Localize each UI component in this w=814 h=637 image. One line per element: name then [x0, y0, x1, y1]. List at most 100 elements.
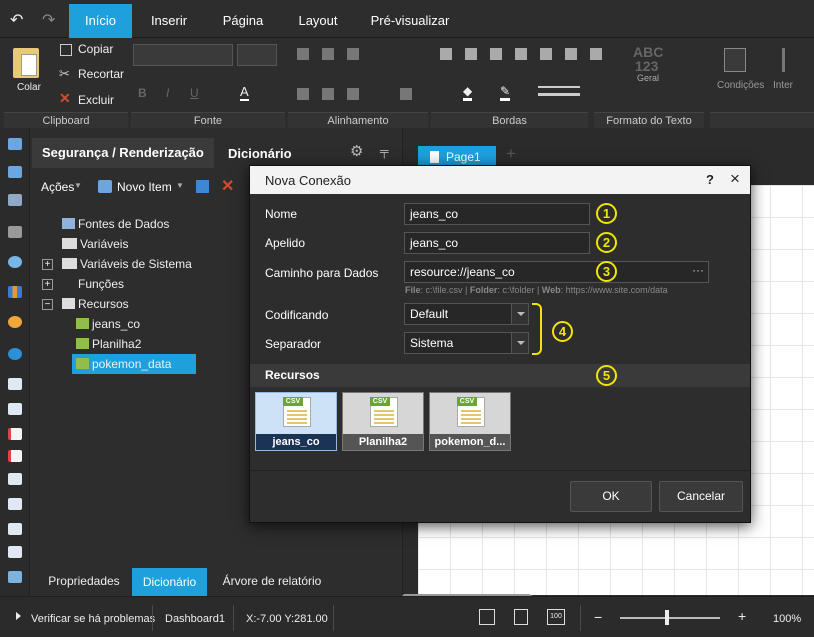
tree-funcoes[interactable]: Funções [62, 277, 124, 291]
tree-fontes-de-dados[interactable]: Fontes de Dados [62, 217, 169, 231]
map-icon[interactable] [8, 348, 22, 360]
font-color-icon[interactable]: A [240, 84, 249, 101]
cross-band-icon[interactable] [8, 166, 22, 178]
tree-resource-pokemon-data[interactable]: pokemon_data [72, 354, 196, 374]
zoom-slider-handle[interactable] [665, 610, 669, 625]
expand-system-variables-icon[interactable]: + [42, 259, 53, 270]
italic-icon[interactable]: I [166, 86, 169, 100]
tab-inicio[interactable]: Início [69, 4, 132, 38]
tree-variaveis[interactable]: Variáveis [62, 237, 128, 251]
image-icon[interactable] [8, 571, 22, 583]
collapse-resources-icon[interactable]: − [42, 299, 53, 310]
zoom-100-icon[interactable]: 100 [547, 609, 565, 625]
tree-resource-jeans-co[interactable]: jeans_co [76, 317, 140, 331]
border-icon-3[interactable] [490, 48, 502, 60]
bottom-tab-arvore-de-relatorio[interactable]: Árvore de relatório [216, 574, 328, 588]
tab-seguranca-renderizacao[interactable]: Segurança / Renderização [32, 138, 214, 168]
zoom-in-icon[interactable]: + [738, 608, 746, 624]
border-icon-1[interactable] [440, 48, 452, 60]
align-icon-6[interactable] [347, 88, 359, 100]
delete-button[interactable]: Excluir [78, 93, 114, 107]
separator-select[interactable]: Sistema [404, 332, 529, 354]
tab-pagina[interactable]: Página [213, 4, 273, 38]
pin-icon[interactable]: ╤ [380, 144, 389, 158]
conditions-button[interactable]: Condições [717, 80, 764, 91]
tab-inserir[interactable]: Inserir [140, 4, 198, 38]
tree-resource-planilha2[interactable]: Planilha2 [76, 337, 141, 351]
data-path-input[interactable]: resource://jeans_co ··· [404, 261, 709, 283]
border-icon-5[interactable] [540, 48, 552, 60]
tab-layout[interactable]: Layout [288, 4, 348, 38]
paste-button-label[interactable]: Colar [17, 82, 41, 93]
zoom-out-icon[interactable]: − [594, 609, 602, 625]
page-icon-6[interactable] [8, 498, 22, 510]
page-icon-1[interactable] [8, 378, 22, 390]
encoding-select[interactable]: Default [404, 303, 529, 325]
undo-icon[interactable]: ↶ [10, 10, 23, 30]
tree-variaveis-de-sistema[interactable]: Variáveis de Sistema [62, 257, 192, 271]
close-icon[interactable]: × [730, 169, 740, 189]
settings-gear-icon[interactable]: ⚙ [350, 142, 363, 160]
border-icon-7[interactable] [590, 48, 602, 60]
name-input[interactable]: jeans_co [404, 203, 590, 225]
font-size-select[interactable] [237, 44, 277, 66]
components-icon[interactable] [8, 194, 22, 206]
chart-icon[interactable] [8, 286, 22, 298]
align-icon-1[interactable] [297, 48, 309, 60]
delete-x-icon[interactable]: ✕ [221, 176, 234, 196]
text-icon[interactable] [8, 226, 22, 238]
chevron-down-icon[interactable] [511, 304, 528, 324]
alias-input[interactable]: jeans_co [404, 232, 590, 254]
bold-icon[interactable]: B [138, 86, 147, 100]
align-icon-2[interactable] [322, 48, 334, 60]
paste-icon[interactable] [13, 48, 39, 78]
border-icon-4[interactable] [515, 48, 527, 60]
bottom-tab-dicionario[interactable]: Dicionário [132, 568, 207, 596]
page-width-icon[interactable] [479, 609, 495, 625]
help-icon[interactable]: ? [706, 172, 714, 187]
chevron-down-icon[interactable] [511, 333, 528, 353]
tab-pre-visualizar[interactable]: Pré-visualizar [362, 4, 458, 38]
underline-icon[interactable]: U [190, 86, 199, 100]
expand-functions-icon[interactable]: + [42, 279, 53, 290]
cut-button[interactable]: Recortar [78, 67, 124, 81]
border-style-icon[interactable] [538, 86, 580, 96]
page-icon-4[interactable] [8, 450, 22, 462]
ok-button[interactable]: OK [570, 481, 652, 512]
format-general-button[interactable]: Geral [637, 73, 659, 83]
align-icon-4[interactable] [297, 88, 309, 100]
redo-icon[interactable]: ↷ [42, 10, 55, 30]
resource-tile-pokemon-data[interactable]: CSV pokemon_d... [429, 392, 511, 451]
actions-menu[interactable]: Ações [41, 180, 74, 194]
edit-icon[interactable] [196, 180, 209, 193]
align-icon-3[interactable] [347, 48, 359, 60]
page-icon-5[interactable] [8, 473, 22, 485]
report-band-icon[interactable] [8, 138, 22, 150]
shapes-icon[interactable] [8, 256, 22, 268]
browse-ellipsis-icon[interactable]: ··· [692, 260, 704, 280]
tree-recursos[interactable]: Recursos [62, 297, 129, 311]
check-issues-button[interactable]: Verificar se há problemas [31, 613, 155, 625]
fill-color-icon[interactable]: ◆ [463, 84, 473, 101]
gauge-icon[interactable] [8, 316, 22, 328]
resource-tile-planilha2[interactable]: CSV Planilha2 [342, 392, 424, 451]
align-icon-7[interactable] [400, 88, 412, 100]
cancel-button[interactable]: Cancelar [659, 481, 743, 512]
page-icon-2[interactable] [8, 403, 22, 415]
add-page-icon[interactable]: + [506, 144, 516, 164]
page-icon-8[interactable] [8, 546, 22, 558]
zoom-slider[interactable] [620, 617, 720, 619]
align-icon-5[interactable] [322, 88, 334, 100]
page-height-icon[interactable] [514, 609, 528, 625]
border-color-icon[interactable]: ✎ [500, 84, 511, 101]
new-item-menu[interactable]: Novo Item [117, 180, 172, 194]
bottom-tab-propriedades[interactable]: Propriedades [36, 574, 132, 588]
interaction-button[interactable]: Inter [773, 80, 793, 91]
font-name-select[interactable] [133, 44, 233, 66]
page-icon-3[interactable] [8, 428, 22, 440]
tab-dicionario[interactable]: Dicionário [228, 146, 292, 161]
resource-tile-jeans-co[interactable]: CSV jeans_co [255, 392, 337, 451]
border-icon-2[interactable] [465, 48, 477, 60]
page-icon-7[interactable] [8, 523, 22, 535]
border-icon-6[interactable] [565, 48, 577, 60]
